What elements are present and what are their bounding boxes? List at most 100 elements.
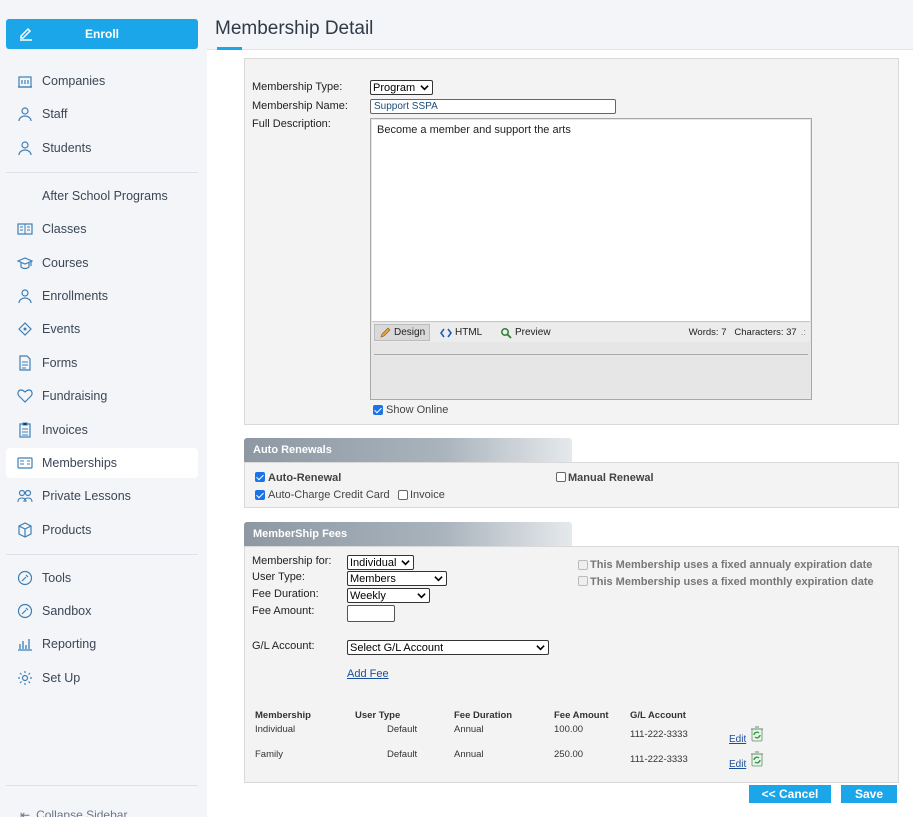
courses-icon [16, 254, 34, 272]
sandbox-icon [16, 602, 34, 620]
chevron-down-icon [434, 576, 443, 582]
cancel-button[interactable]: << Cancel [749, 785, 831, 803]
save-button[interactable]: Save [841, 785, 897, 803]
invoice-label: Invoice [410, 489, 445, 501]
sidebar-item-label: After School Programs [42, 189, 168, 203]
sidebar-item-after-school-programs[interactable]: After School Programs [6, 181, 198, 211]
sidebar-item-enrollments[interactable]: Enrollments [6, 281, 198, 311]
collapse-arrow-icon: ⇤ [20, 808, 31, 817]
table-cell: Annual [454, 724, 484, 735]
tab-design[interactable]: Design [374, 324, 431, 341]
memberships-icon [16, 454, 34, 472]
fixed-annual-checkbox[interactable] [578, 560, 588, 570]
edit-link[interactable]: Edit [729, 734, 746, 745]
sidebar: Enroll Companies Staff Students After Sc… [0, 0, 207, 817]
sidebar-item-students[interactable]: Students [6, 133, 198, 163]
sidebar-item-products[interactable]: Products [6, 515, 198, 545]
resize-grip-icon[interactable]: .: [801, 327, 806, 338]
chevron-down-icon [536, 645, 545, 651]
description-textarea[interactable]: Become a member and support the arts [372, 120, 810, 322]
col-header-fee-duration: Fee Duration [454, 710, 513, 721]
auto-renewal-checkbox[interactable] [255, 472, 265, 482]
sidebar-item-label: Events [42, 322, 81, 336]
sidebar-item-label: Enrollments [42, 289, 108, 303]
membership-name-input[interactable]: Support SSPA [370, 99, 616, 114]
fee-duration-value: Weekly [350, 589, 386, 602]
fixed-monthly-checkbox[interactable] [578, 576, 588, 586]
page-header: Membership Detail [207, 0, 913, 50]
sidebar-item-label: Tools [42, 571, 72, 585]
tab-html[interactable]: HTML [436, 324, 486, 341]
sidebar-item-memberships[interactable]: Memberships [6, 448, 198, 478]
chevron-down-icon [401, 560, 410, 566]
sidebar-item-label: Products [42, 523, 92, 537]
auto-charge-label: Auto-Charge Credit Card [268, 489, 390, 501]
sidebar-item-invoices[interactable]: Invoices [6, 415, 198, 445]
sidebar-item-reporting[interactable]: Reporting [6, 629, 198, 659]
collapse-label: Collapse Sidebar [36, 808, 128, 817]
sidebar-item-label: Sandbox [42, 604, 92, 618]
sidebar-item-label: Classes [42, 222, 87, 236]
table-cell: Default [387, 749, 418, 760]
tab-preview[interactable]: Preview [496, 324, 555, 341]
forms-icon [16, 354, 34, 372]
table-cell: Family [255, 749, 283, 760]
sidebar-item-companies[interactable]: Companies [6, 66, 198, 96]
show-online-label: Show Online [386, 404, 449, 416]
membership-fees-header: MemberShip Fees [244, 522, 572, 546]
recycle-delete-icon[interactable] [748, 724, 766, 742]
setup-icon [16, 669, 34, 687]
editor-divider [374, 354, 808, 355]
manual-renewal-checkbox[interactable] [556, 472, 566, 482]
gl-account-select[interactable]: Select G/L Account [347, 640, 549, 655]
membership-name-label: Membership Name: [252, 100, 348, 112]
auto-renewals-panel [244, 462, 899, 508]
reporting-icon [16, 635, 34, 653]
edit-link[interactable]: Edit [729, 759, 746, 770]
sidebar-divider [6, 172, 198, 173]
tab-preview-label: Preview [515, 327, 551, 338]
chevron-down-icon [417, 593, 426, 599]
gl-account-value: Select G/L Account [350, 641, 444, 654]
magnifier-icon [501, 327, 512, 339]
tab-design-label: Design [394, 327, 426, 338]
sidebar-divider [6, 785, 198, 786]
sidebar-item-sandbox[interactable]: Sandbox [6, 596, 198, 626]
enroll-button[interactable]: Enroll [6, 19, 198, 49]
sidebar-item-events[interactable]: Events [6, 314, 198, 344]
membership-for-select[interactable]: Individual [347, 555, 414, 570]
sidebar-item-classes[interactable]: Classes [6, 214, 198, 244]
table-cell: 111-222-3333 [630, 729, 688, 740]
fee-amount-input[interactable] [347, 605, 395, 622]
sidebar-item-label: Memberships [42, 456, 118, 470]
sidebar-item-fundraising[interactable]: Fundraising [6, 381, 198, 411]
sidebar-item-courses[interactable]: Courses [6, 248, 198, 278]
user-type-select[interactable]: Members [347, 571, 447, 586]
sidebar-item-label: Fundraising [42, 389, 108, 403]
recycle-delete-icon[interactable] [748, 749, 766, 767]
staff-icon [16, 105, 34, 123]
manual-renewal-label: Manual Renewal [568, 472, 654, 484]
sidebar-item-setup[interactable]: Set Up [6, 663, 198, 693]
fee-duration-select[interactable]: Weekly [347, 588, 430, 603]
collapse-sidebar-button[interactable]: ⇤ Collapse Sidebar [20, 808, 127, 817]
add-fee-link[interactable]: Add Fee [347, 668, 389, 680]
table-cell: 111-222-3333 [630, 754, 688, 765]
pencil-icon [380, 327, 391, 337]
sidebar-item-label: Forms [42, 356, 78, 370]
auto-renewal-label: Auto-Renewal [268, 472, 342, 484]
invoice-checkbox[interactable] [398, 490, 408, 500]
table-cell: Annual [454, 749, 484, 760]
show-online-checkbox[interactable] [373, 405, 383, 415]
sidebar-item-forms[interactable]: Forms [6, 348, 198, 378]
gl-account-label: G/L Account: [252, 640, 315, 652]
fixed-annual-label: This Membership uses a fixed annualy exp… [590, 559, 873, 571]
sidebar-item-staff[interactable]: Staff [6, 99, 198, 129]
fixed-monthly-label: This Membership uses a fixed monthly exp… [590, 576, 874, 588]
membership-for-value: Individual [350, 556, 397, 569]
sidebar-item-tools[interactable]: Tools [6, 563, 198, 593]
membership-type-select[interactable]: Program [370, 80, 433, 95]
auto-charge-checkbox[interactable] [255, 490, 265, 500]
sidebar-item-label: Private Lessons [42, 489, 131, 503]
sidebar-item-private-lessons[interactable]: Private Lessons [6, 481, 198, 511]
